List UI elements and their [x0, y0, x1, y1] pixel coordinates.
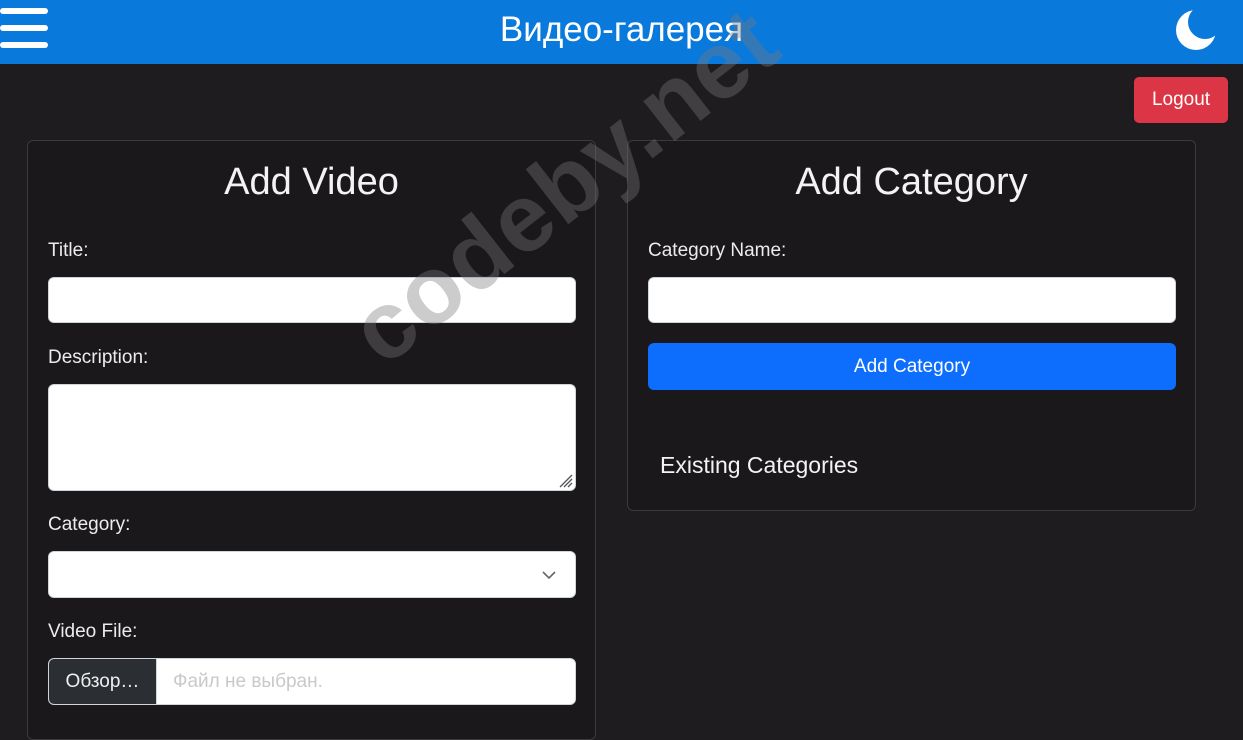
description-textarea[interactable] [48, 384, 576, 491]
resize-grip-icon[interactable] [557, 472, 573, 488]
category-select[interactable] [48, 551, 576, 598]
video-file-label: Video File: [48, 621, 138, 642]
hamburger-menu-icon[interactable] [0, 8, 48, 52]
description-label: Description: [48, 347, 149, 368]
moon-icon[interactable] [1174, 5, 1222, 52]
browse-button[interactable]: Обзор… [49, 659, 157, 704]
add-category-card: Add Category Category Name: Add Category… [627, 140, 1196, 511]
title-input[interactable] [48, 277, 576, 323]
add-video-card: Add Video Title: Description: Category: … [27, 140, 596, 740]
file-status-text: Файл не выбран. [173, 671, 323, 692]
title-label: Title: [48, 240, 89, 261]
video-file-input[interactable]: Обзор… Файл не выбран. [48, 658, 576, 705]
category-label: Category: [48, 514, 131, 535]
top-navbar: Видео-галерея [0, 0, 1243, 64]
logout-button[interactable]: Logout [1134, 77, 1228, 123]
chevron-down-icon [542, 571, 556, 580]
add-category-heading: Add Category [795, 161, 1028, 203]
add-video-heading: Add Video [224, 161, 399, 203]
existing-categories-heading: Existing Categories [660, 452, 859, 478]
add-category-button[interactable]: Add Category [648, 343, 1176, 390]
category-name-input[interactable] [648, 277, 1176, 323]
app-title: Видео-галерея [499, 10, 744, 49]
category-name-label: Category Name: [648, 240, 787, 261]
